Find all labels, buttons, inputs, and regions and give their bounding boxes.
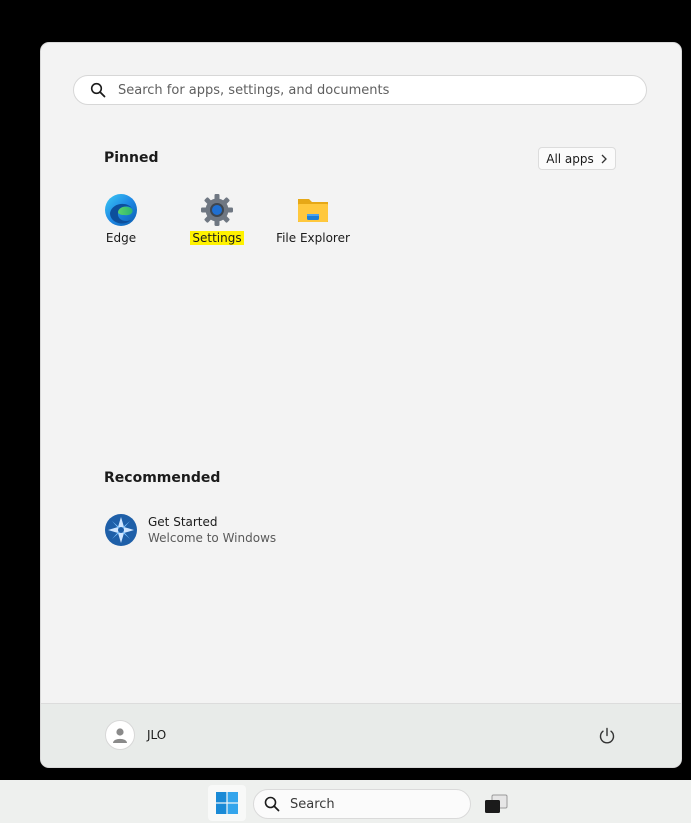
edge-icon <box>105 194 137 226</box>
get-started-icon <box>105 514 137 546</box>
recommended-title: Recommended <box>104 470 221 486</box>
pinned-app-settings[interactable]: Settings <box>169 193 265 246</box>
gear-icon <box>201 194 233 226</box>
chevron-right-icon <box>601 154 607 163</box>
pinned-title: Pinned <box>104 150 159 166</box>
pinned-app-label: Settings <box>190 231 244 245</box>
user-account-button[interactable]: JLO <box>105 720 166 750</box>
taskbar: Search <box>0 780 691 823</box>
taskbar-search-box[interactable]: Search <box>253 789 471 819</box>
avatar <box>105 720 135 750</box>
windows-logo-icon <box>216 792 238 814</box>
pinned-app-edge[interactable]: Edge <box>73 193 169 246</box>
recommended-item-subtitle: Welcome to Windows <box>148 531 277 545</box>
start-search-input[interactable]: Search for apps, settings, and documents <box>73 75 647 105</box>
all-apps-label: All apps <box>546 151 594 166</box>
task-view-icon[interactable] <box>483 793 509 815</box>
search-icon <box>90 82 106 98</box>
user-name: JLO <box>147 728 167 742</box>
search-icon <box>264 796 280 812</box>
start-menu-footer: JLO <box>41 703 681 767</box>
start-menu: Search for apps, settings, and documents… <box>41 43 681 767</box>
power-icon[interactable] <box>597 726 617 746</box>
search-placeholder: Search for apps, settings, and documents <box>118 82 390 98</box>
recommended-item-get-started[interactable]: Get Started Welcome to Windows <box>104 513 276 547</box>
start-button[interactable] <box>208 785 246 821</box>
taskbar-search-label: Search <box>290 796 335 812</box>
recommended-item-title: Get Started <box>148 515 218 529</box>
pinned-app-label: Edge <box>105 231 137 245</box>
user-icon <box>113 728 127 743</box>
all-apps-button[interactable]: All apps <box>538 147 616 170</box>
pinned-app-label: File Explorer <box>276 231 350 245</box>
pinned-app-file-explorer[interactable]: File Explorer <box>265 193 361 246</box>
folder-icon <box>298 199 328 222</box>
